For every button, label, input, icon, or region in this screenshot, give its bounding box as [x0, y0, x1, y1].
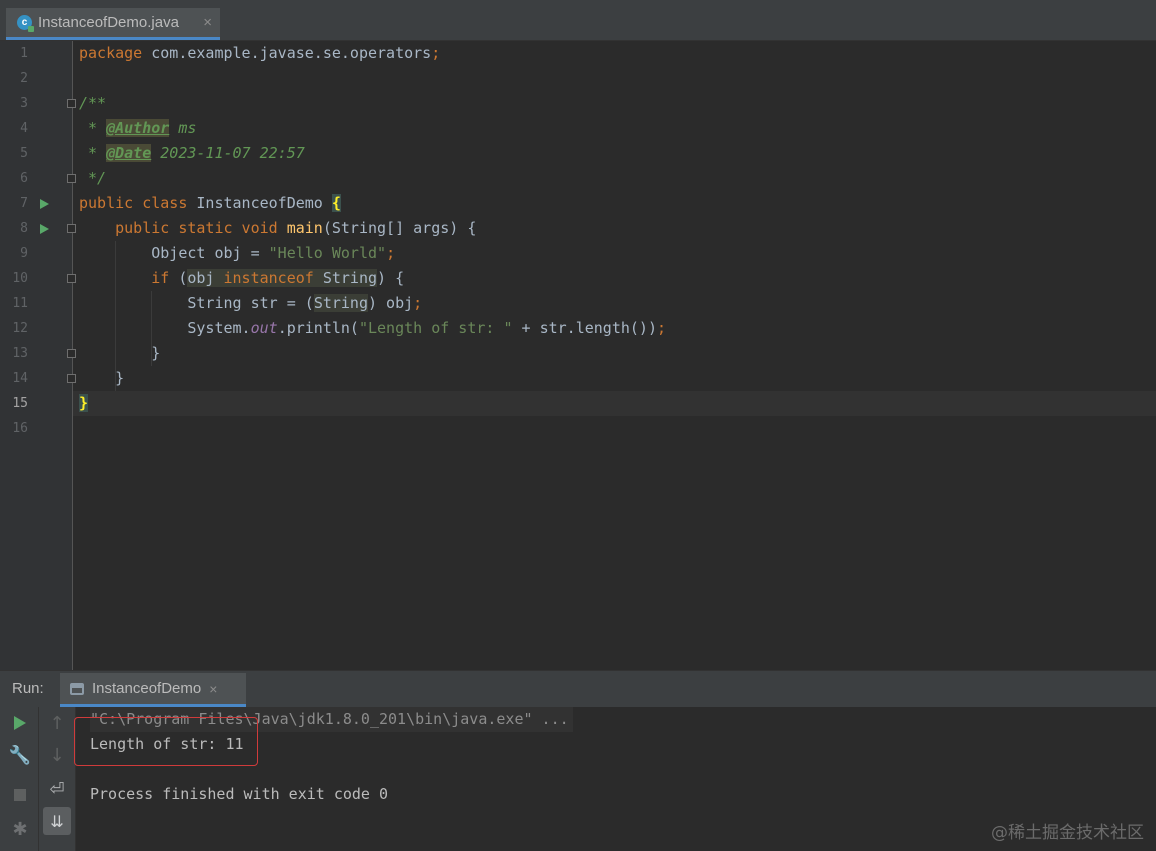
code-line-5: * @Date 2023-11-07 22:57 — [79, 144, 305, 162]
fold-icon[interactable] — [67, 274, 76, 283]
fold-icon[interactable] — [67, 174, 76, 183]
code-line-12: System.out.println("Length of str: " + s… — [187, 319, 667, 337]
close-icon[interactable]: × — [203, 14, 212, 31]
code-line-11: String str = (String) obj; — [187, 294, 423, 312]
rerun-button[interactable] — [6, 709, 34, 737]
line-number: 6 — [20, 171, 28, 186]
line-number: 1 — [20, 46, 28, 61]
line-number: 16 — [12, 421, 28, 436]
matched-brace: } — [79, 394, 89, 412]
line-number: 15 — [12, 396, 28, 411]
line-number: 8 — [20, 221, 28, 236]
code-line-10: if (obj instanceof String) { — [151, 269, 405, 287]
arrow-down-icon: ↓ — [49, 744, 65, 766]
line-number: 9 — [20, 246, 28, 261]
code-line-7: public class InstanceofDemo { — [79, 194, 341, 212]
run-toolbar: 🔧 ✱ — [0, 707, 39, 851]
scroll-to-end-button[interactable]: ⇊ — [43, 807, 71, 835]
code-line-8: public static void main(String[] args) { — [115, 219, 477, 237]
stop-button[interactable] — [6, 781, 34, 809]
line-number: 2 — [20, 71, 28, 86]
bug-icon: ✱ — [12, 818, 28, 840]
console-toolbar: ↑ ↓ ⏎ ⇊ — [39, 707, 76, 851]
close-icon[interactable]: × — [209, 681, 217, 697]
line-number: 14 — [12, 371, 28, 386]
arrow-up-icon: ↑ — [49, 712, 65, 734]
code-line-4: * @Author ms — [79, 119, 197, 137]
scroll-up-button[interactable]: ↑ — [43, 709, 71, 737]
line-number: 3 — [20, 96, 28, 111]
stop-icon — [14, 789, 26, 801]
line-number: 13 — [12, 346, 28, 361]
run-label: Run: — [12, 680, 44, 697]
code-line-13: } — [79, 344, 161, 362]
code-line-6: */ — [79, 169, 107, 187]
run-tab-label: InstanceofDemo — [92, 680, 202, 697]
debug-button[interactable]: ✱ — [6, 815, 34, 843]
java-class-icon: c — [17, 15, 34, 32]
watermark: @稀土掘金技术社区 — [991, 823, 1144, 843]
line-number: 10 — [12, 271, 28, 286]
line-number: 12 — [12, 321, 28, 336]
line-number: 11 — [12, 296, 28, 311]
soft-wrap-button[interactable]: ⏎ — [43, 775, 71, 803]
matched-brace: { — [331, 194, 341, 212]
code-line-3: /** — [79, 94, 107, 112]
play-icon — [14, 716, 26, 730]
code-line-14: } — [79, 369, 125, 387]
author-tag: @Author — [106, 119, 170, 137]
line-number: 5 — [20, 146, 28, 161]
code-line-1: package com.example.javase.se.operators; — [79, 44, 441, 62]
console-icon — [70, 682, 84, 695]
settings-button[interactable]: 🔧 — [6, 741, 34, 769]
editor-tab-label: InstanceofDemo.java — [38, 14, 179, 31]
editor-tab-instanceofdemo[interactable]: c InstanceofDemo.java × — [6, 8, 220, 40]
code-line-15: } — [79, 391, 89, 416]
highlight-annotation-box — [74, 717, 258, 766]
run-gutter-icon[interactable] — [40, 224, 49, 234]
console-exit-line: Process finished with exit code 0 — [90, 785, 389, 803]
line-number-gutter: 1 2 3 4 5 6 7 8 9 10 11 12 13 14 15 16 — [0, 41, 73, 670]
run-tab-instanceofdemo[interactable]: InstanceofDemo × — [60, 673, 246, 707]
fold-icon[interactable] — [67, 349, 76, 358]
wrench-icon: 🔧 — [8, 744, 32, 766]
run-panel-header: Run: InstanceofDemo × — [0, 670, 1156, 708]
line-number: 7 — [20, 196, 28, 211]
line-number: 4 — [20, 121, 28, 136]
scroll-to-end-icon: ⇊ — [50, 811, 64, 831]
fold-icon[interactable] — [67, 99, 76, 108]
code-editor[interactable]: 1 2 3 4 5 6 7 8 9 10 11 12 13 14 15 16 p… — [0, 41, 1156, 670]
date-tag: @Date — [106, 144, 152, 162]
scroll-down-button[interactable]: ↓ — [43, 741, 71, 769]
caret-row-highlight — [73, 391, 1156, 416]
fold-icon[interactable] — [67, 374, 76, 383]
fold-icon[interactable] — [67, 224, 76, 233]
run-gutter-icon[interactable] — [40, 199, 49, 209]
editor-tab-bar: c InstanceofDemo.java × — [0, 0, 1156, 41]
soft-wrap-icon: ⏎ — [49, 778, 65, 800]
code-line-9: Object obj = "Hello World"; — [151, 244, 396, 262]
